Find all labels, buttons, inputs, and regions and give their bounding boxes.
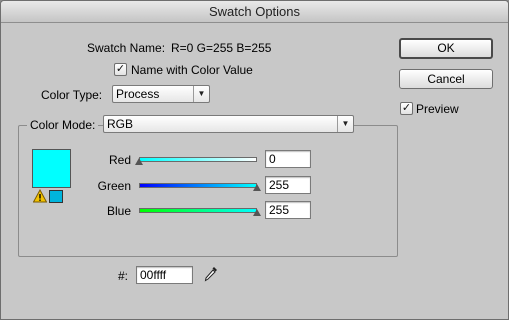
blue-label: Blue	[106, 204, 131, 218]
eyedropper-icon[interactable]	[203, 265, 219, 283]
red-value-input[interactable]: 0	[265, 150, 311, 168]
blue-slider-track[interactable]	[139, 208, 257, 213]
swatch-name-value: R=0 G=255 B=255	[171, 41, 272, 55]
color-mode-value: RGB	[107, 117, 134, 131]
cancel-button[interactable]: Cancel	[399, 69, 493, 89]
swatch-options-dialog: Swatch Options Swatch Name: R=0 G=255 B=…	[0, 0, 509, 320]
hex-label: #:	[118, 269, 129, 283]
green-label: Green	[97, 179, 131, 193]
color-mode-label: Color Mode:	[27, 118, 99, 132]
color-mode-dropdown[interactable]: RGB ▼	[103, 115, 354, 133]
green-slider-track[interactable]	[139, 183, 257, 188]
web-safe-color-swatch[interactable]	[49, 190, 63, 203]
color-type-dropdown[interactable]: Process ▼	[112, 85, 210, 103]
window-title: Swatch Options	[1, 1, 508, 23]
green-value-input[interactable]: 255	[265, 176, 311, 194]
preview-checkbox[interactable]: ✓	[400, 102, 413, 115]
red-label: Red	[108, 153, 131, 167]
warning-icon[interactable]	[33, 189, 47, 203]
color-type-label: Color Type:	[41, 88, 103, 102]
swatch-name-label: Swatch Name:	[87, 41, 166, 55]
chevron-down-icon: ▼	[337, 116, 353, 132]
red-slider-track[interactable]	[139, 157, 257, 162]
ok-button[interactable]: OK	[399, 38, 493, 59]
blue-value-input[interactable]: 255	[265, 201, 311, 219]
hex-value-input[interactable]: 00ffff	[136, 266, 193, 284]
chevron-down-icon: ▼	[193, 86, 209, 102]
name-with-color-value-label: Name with Color Value	[131, 63, 253, 77]
color-mode-group	[18, 125, 398, 257]
color-type-value: Process	[116, 87, 160, 101]
blue-slider-thumb[interactable]	[253, 209, 261, 216]
preview-label: Preview	[416, 102, 459, 116]
color-preview-swatch	[32, 149, 71, 188]
name-with-color-value-checkbox[interactable]: ✓	[114, 63, 127, 76]
green-slider-thumb[interactable]	[253, 184, 261, 191]
red-slider-thumb[interactable]	[135, 158, 143, 165]
